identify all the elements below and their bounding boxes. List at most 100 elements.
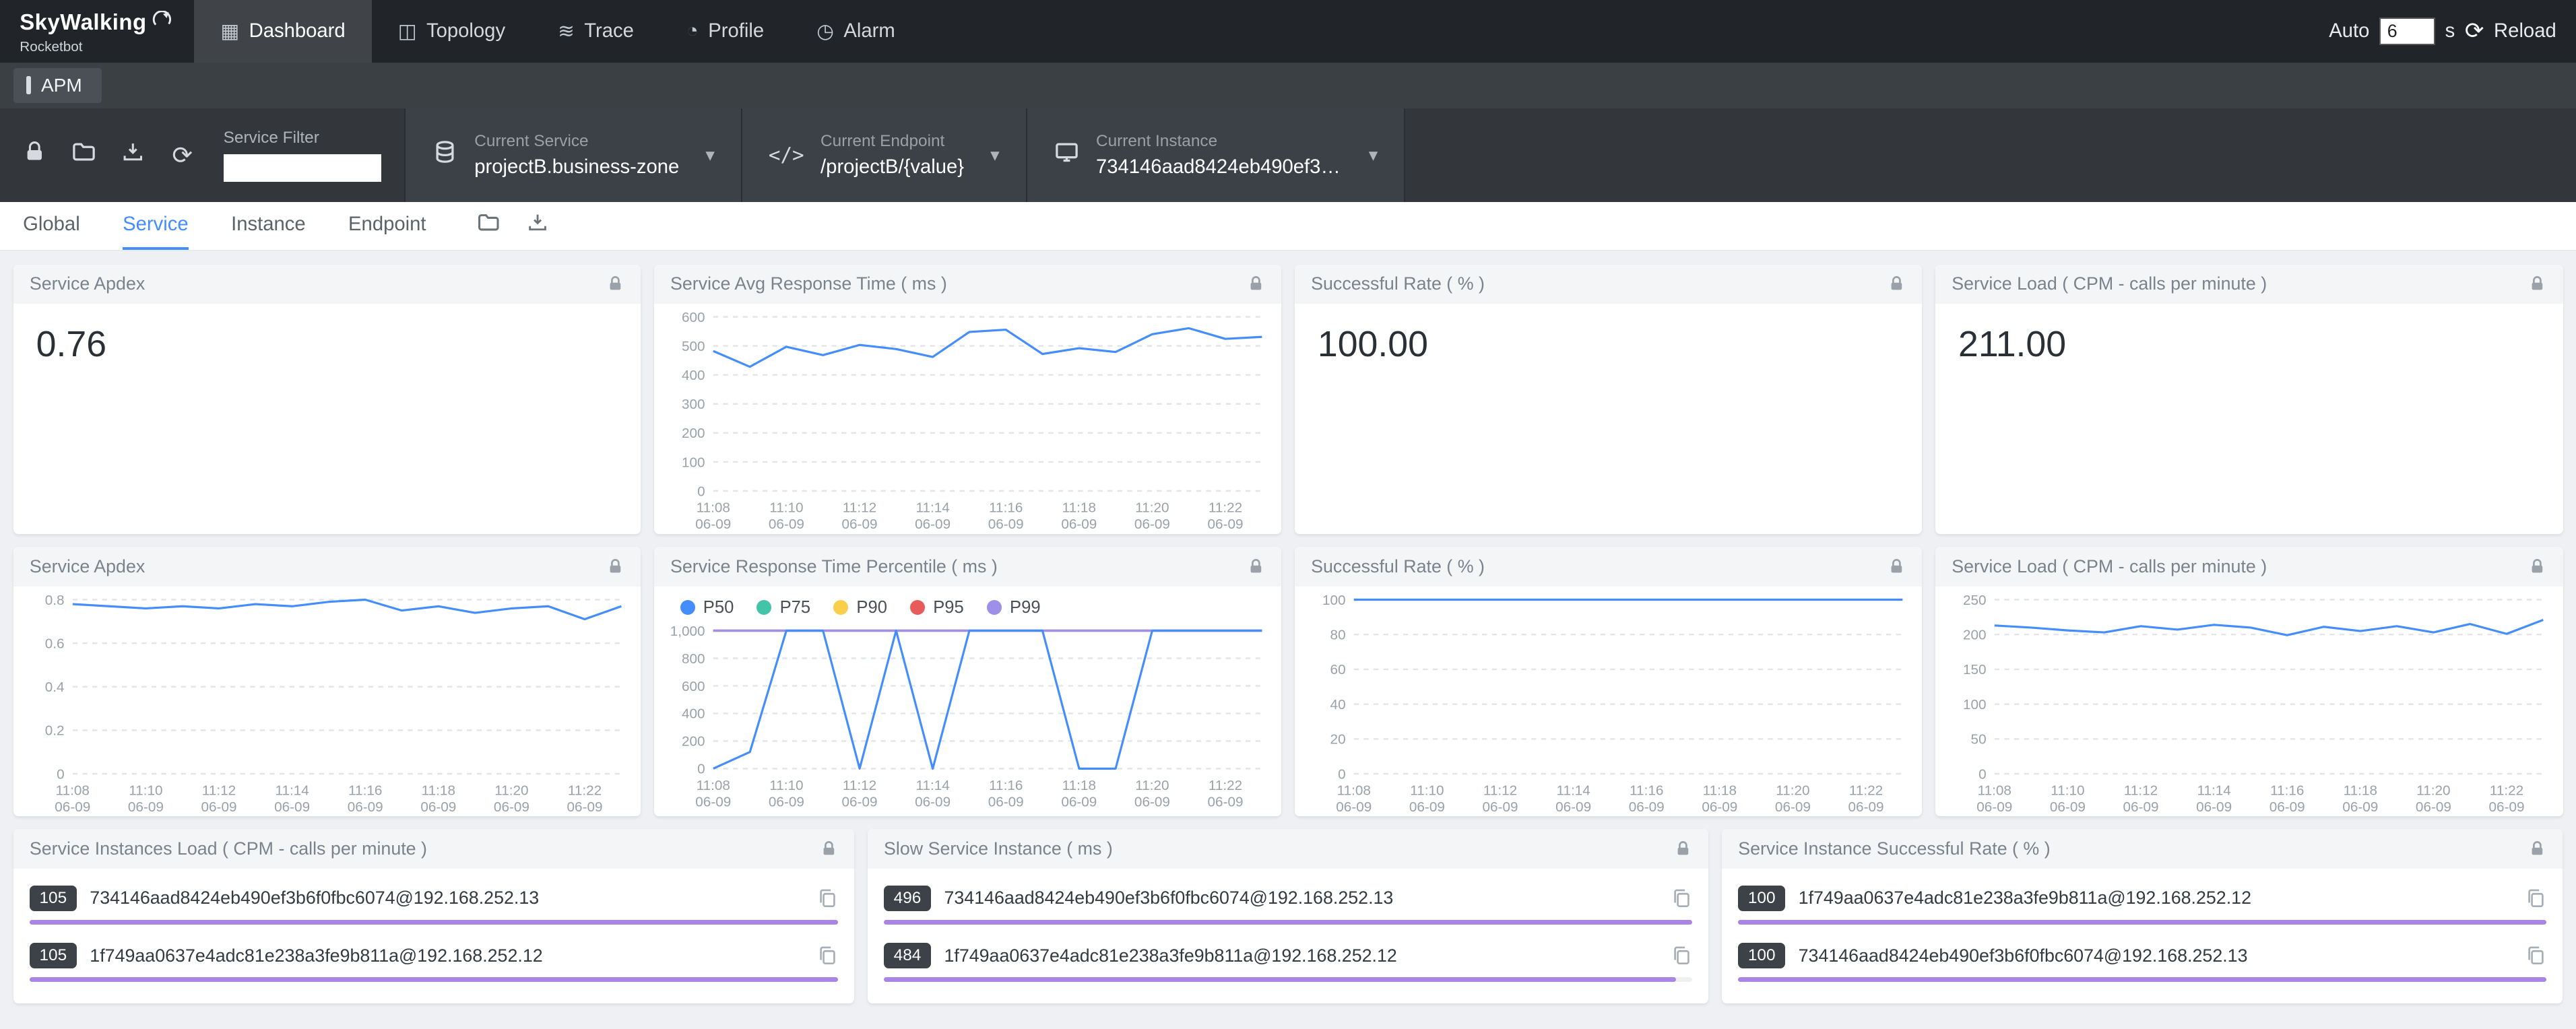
svg-text:06-09: 06-09 (127, 799, 163, 815)
svg-text:11:20: 11:20 (1135, 500, 1169, 516)
card-title: Service Instances Load ( CPM - calls per… (30, 838, 427, 859)
nav-item-profile[interactable]: ◔ Profile (660, 0, 790, 63)
copy-icon[interactable] (2525, 888, 2546, 909)
svg-text:0.2: 0.2 (44, 723, 64, 738)
svg-text:06-09: 06-09 (201, 799, 236, 815)
nav-item-trace[interactable]: ≋ Trace (532, 0, 660, 63)
service-filter-input[interactable] (224, 154, 381, 182)
lock-icon[interactable] (820, 840, 838, 858)
value-badge: 105 (30, 943, 77, 968)
lock-icon[interactable] (2528, 558, 2546, 576)
export-template-button[interactable] (112, 134, 154, 176)
svg-text:06-09: 06-09 (915, 794, 951, 809)
p50-dot (680, 600, 695, 615)
nav-label: Profile (708, 20, 764, 42)
download-icon (526, 211, 549, 240)
apdex-value: 0.76 (13, 304, 641, 385)
reload-icon[interactable]: ⟳ (2465, 18, 2484, 44)
selector-label: Current Instance (1096, 132, 1343, 151)
copy-icon[interactable] (816, 888, 838, 909)
copy-icon[interactable] (1671, 888, 1692, 909)
svg-text:100: 100 (1963, 696, 1987, 712)
tab-endpoint[interactable]: Endpoint (348, 202, 426, 250)
tab-instance[interactable]: Instance (231, 202, 306, 250)
lock-icon[interactable] (1888, 558, 1906, 576)
selector-value: projectB.business-zone (474, 156, 679, 178)
copy-icon[interactable] (816, 945, 838, 966)
svg-text:06-09: 06-09 (1336, 799, 1372, 815)
card-avg-response-time: Service Avg Response Time ( ms ) 0100200… (654, 265, 1282, 534)
tab-service[interactable]: Service (123, 202, 189, 250)
nav-item-alarm[interactable]: ◷ Alarm (790, 0, 922, 63)
legend-item-p90[interactable]: P90 (833, 598, 887, 618)
chevron-down-icon: ▾ (705, 145, 714, 166)
svg-text:200: 200 (1963, 627, 1987, 642)
apm-tab-label: APM (41, 75, 82, 96)
lock-icon[interactable] (2528, 275, 2546, 293)
lock-icon[interactable] (606, 558, 624, 576)
card-title: Successful Rate ( % ) (1311, 556, 1485, 577)
list-item: 105 1f749aa0637e4adc81e238a3fe9b811a@192… (30, 939, 838, 982)
current-service-select[interactable]: Current Service projectB.business-zone ▾ (404, 108, 741, 202)
service-filter: Service Filter (214, 108, 404, 202)
percentile-legend: P50 P75 P90 P95 P99 (654, 587, 1282, 618)
lock-icon[interactable] (2528, 840, 2546, 858)
reload-button[interactable]: Reload (2494, 20, 2556, 42)
export-dashboard-button[interactable] (521, 209, 554, 242)
svg-text:11:14: 11:14 (915, 778, 949, 793)
refresh-button[interactable]: ⟳ (161, 134, 203, 176)
brand-logo[interactable]: SkyWalking Rocketbot (0, 0, 194, 63)
current-instance-select[interactable]: Current Instance 734146aad8424eb490ef3b6… (1026, 108, 1406, 202)
svg-text:06-09: 06-09 (988, 794, 1023, 809)
legend-item-p99[interactable]: P99 (987, 598, 1041, 618)
card-title: Successful Rate ( % ) (1311, 273, 1485, 294)
list-item: 100 734146aad8424eb490ef3b6f0fbc6074@192… (1738, 939, 2546, 982)
lock-icon[interactable] (606, 275, 624, 293)
folder-icon (71, 139, 97, 172)
alarm-icon: ◷ (816, 20, 834, 43)
svg-text:06-09: 06-09 (274, 799, 310, 815)
svg-text:06-09: 06-09 (915, 517, 951, 532)
svg-text:06-09: 06-09 (695, 517, 731, 532)
nav-item-dashboard[interactable]: ▦ Dashboard (194, 0, 371, 63)
svg-text:400: 400 (682, 368, 705, 383)
card-title: Service Response Time Percentile ( ms ) (670, 556, 998, 577)
import-dashboard-button[interactable] (472, 209, 505, 242)
current-endpoint-select[interactable]: </> Current Endpoint /projectB/{value} ▾ (741, 108, 1026, 202)
svg-text:06-09: 06-09 (493, 799, 529, 815)
list-item: 105 734146aad8424eb490ef3b6f0fbc6074@192… (30, 882, 838, 925)
folder-icon (476, 210, 501, 242)
lock-icon[interactable] (1674, 840, 1692, 858)
lock-icon[interactable] (1247, 558, 1265, 576)
card-title: Service Load ( CPM - calls per minute ) (1952, 556, 2267, 577)
copy-icon[interactable] (1671, 945, 1692, 966)
card-service-apdex-chart: Service Apdex 00.20.40.60.811:0806-0911:… (13, 547, 641, 816)
load-bar (884, 977, 1676, 982)
chevron-down-icon: ▾ (1369, 145, 1378, 166)
svg-text:06-09: 06-09 (1207, 794, 1243, 809)
import-template-button[interactable] (63, 134, 105, 176)
svg-text:06-09: 06-09 (1848, 799, 1883, 815)
lock-icon[interactable] (1888, 275, 1906, 293)
brand-subtitle: Rocketbot (20, 39, 171, 55)
auto-interval-input[interactable] (2379, 18, 2435, 45)
svg-text:11:16: 11:16 (989, 778, 1023, 793)
legend-item-p50[interactable]: P50 (680, 598, 734, 618)
legend-item-p75[interactable]: P75 (756, 598, 810, 618)
copy-icon[interactable] (2525, 945, 2546, 966)
chevron-down-icon: ▾ (990, 145, 999, 166)
svg-text:200: 200 (682, 426, 705, 441)
service-apdex-chart: 00.20.40.60.811:0806-0911:1006-0911:1206… (13, 587, 641, 816)
legend-item-p95[interactable]: P95 (910, 598, 964, 618)
brand-name: SkyWalking (20, 9, 146, 35)
nav-item-topology[interactable]: ◫ Topology (372, 0, 532, 63)
value-badge: 484 (884, 943, 931, 968)
value-badge: 100 (1738, 886, 1785, 911)
lock-icon[interactable] (1247, 275, 1265, 293)
svg-text:06-09: 06-09 (841, 794, 877, 809)
svg-text:06-09: 06-09 (1628, 799, 1664, 815)
card-title: Slow Service Instance ( ms ) (884, 838, 1113, 859)
tab-global[interactable]: Global (23, 202, 80, 250)
tab-apm[interactable]: APM (13, 68, 102, 103)
lock-button[interactable] (13, 134, 56, 176)
